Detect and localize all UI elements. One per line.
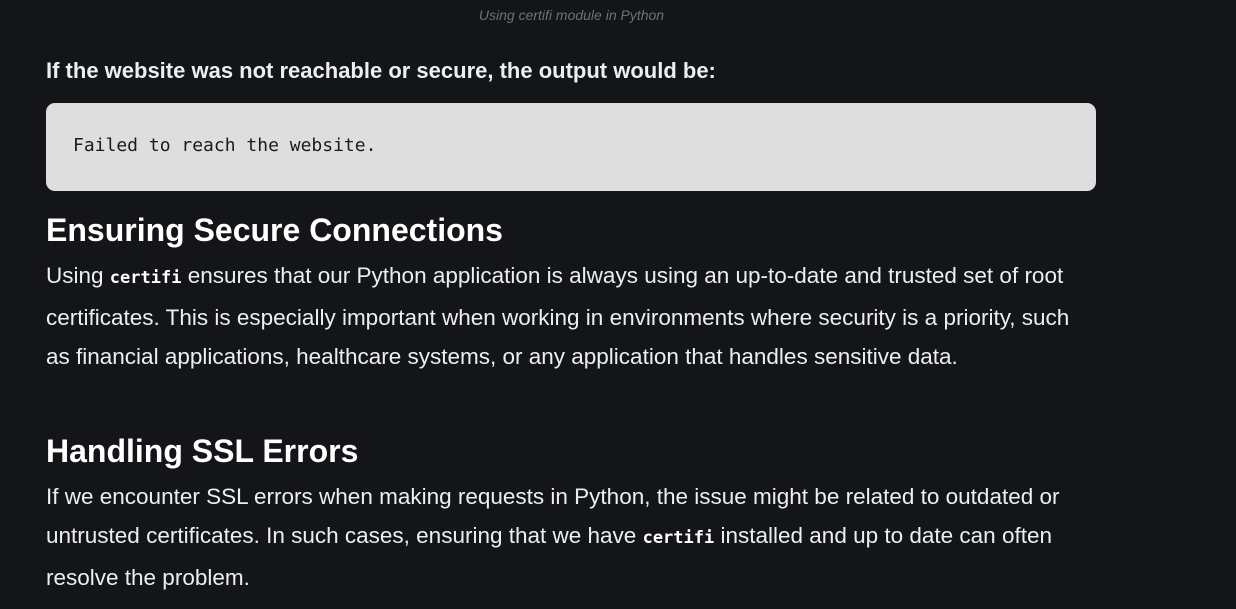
- code-output-block: Failed to reach the website.: [46, 103, 1096, 191]
- article-page: Using certifi module in Python If the we…: [0, 0, 1236, 609]
- lead-text: If the website was not reachable or secu…: [46, 58, 716, 83]
- paragraph-text: Using: [46, 263, 110, 288]
- code-output-text: Failed to reach the website.: [73, 135, 377, 156]
- heading-ensuring-secure-connections: Ensuring Secure Connections: [46, 212, 503, 248]
- paragraph-secure-connections: Using certifi ensures that our Python ap…: [46, 256, 1096, 376]
- paragraph-ssl-errors: If we encounter SSL errors when making r…: [46, 477, 1096, 597]
- heading-handling-ssl-errors: Handling SSL Errors: [46, 433, 359, 469]
- paragraph-text: ensures that our Python application is a…: [46, 263, 1070, 369]
- inline-code-certifi: certifi: [109, 268, 182, 288]
- inline-code-certifi: certifi: [642, 528, 715, 548]
- image-caption: Using certifi module in Python: [478, 7, 665, 23]
